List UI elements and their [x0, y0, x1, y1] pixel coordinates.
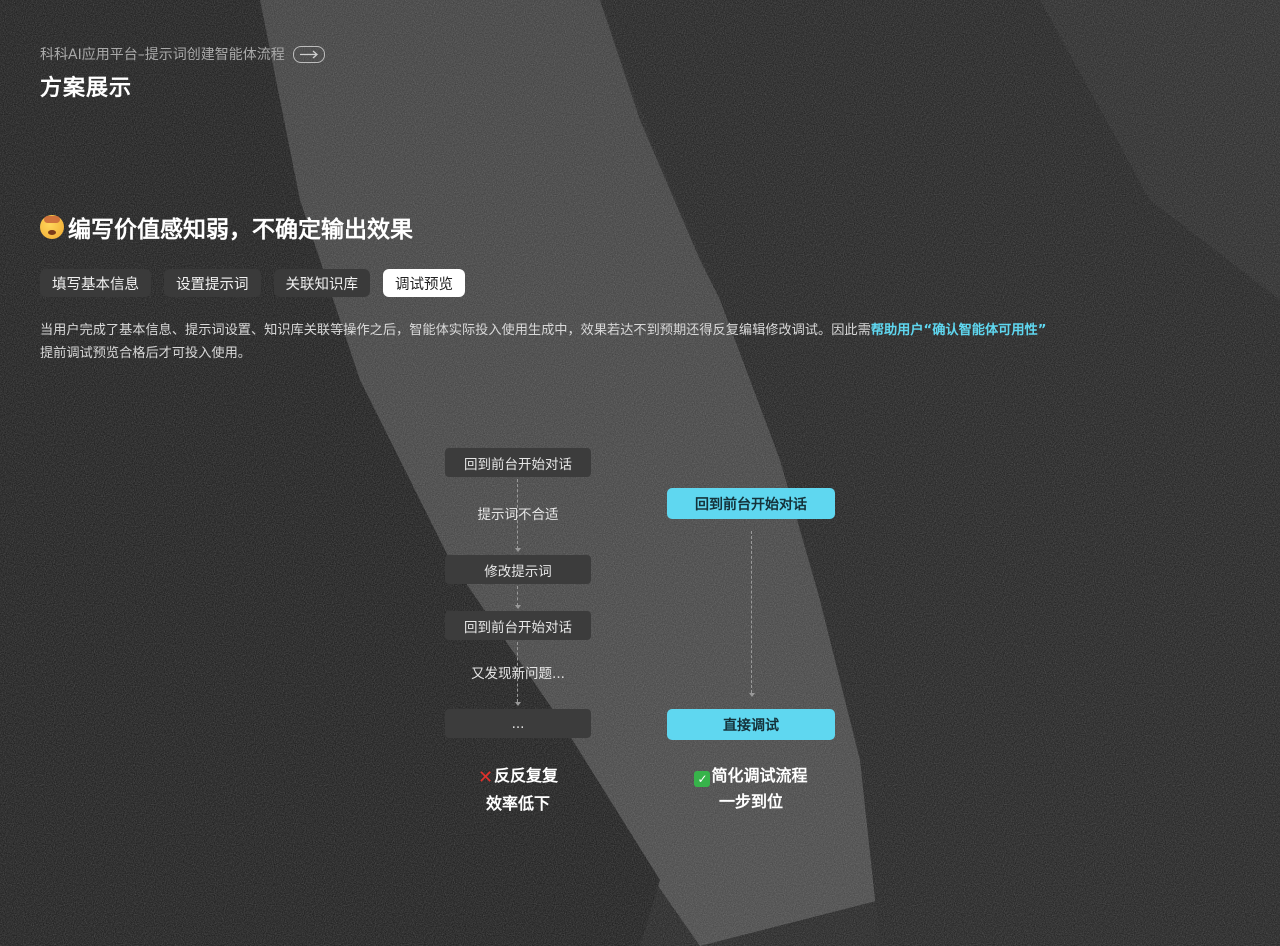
description-paragraph: 当用户完成了基本信息、提示词设置、知识库关联等操作之后，智能体实际投入使用生成中… [40, 319, 1240, 365]
tab-basic-info[interactable]: 填写基本信息 [40, 269, 151, 297]
arrow-down-icon [515, 605, 521, 609]
flow-node-highlight: 直接调试 [667, 709, 835, 740]
verdict-before: ✕反反复复 效率低下 [445, 763, 591, 817]
arrow-down-icon [749, 693, 755, 697]
tab-prompt-settings[interactable]: 设置提示词 [164, 269, 261, 297]
flow-connector [517, 586, 518, 606]
flow-connector [751, 531, 752, 693]
step-tabs: 填写基本信息 设置提示词 关联知识库 调试预览 [40, 269, 465, 297]
flow-node: ... [445, 709, 591, 738]
flow-node: 修改提示词 [445, 555, 591, 584]
section-heading-text: 编写价值感知弱，不确定输出效果 [68, 217, 413, 243]
breadcrumb: 科科AI应用平台–提示词创建智能体流程 [40, 44, 325, 64]
flow-node: 回到前台开始对话 [445, 448, 591, 477]
arrow-down-icon [515, 548, 521, 552]
page-title: 方案展示 [40, 76, 133, 101]
section-heading: 编写价值感知弱，不确定输出效果 [40, 210, 413, 244]
description-text-end: 提前调试预览合格后才可投入使用。 [40, 346, 251, 361]
verdict-before-line2: 效率低下 [485, 794, 550, 813]
tab-debug-preview[interactable]: 调试预览 [383, 269, 465, 297]
description-highlight: 帮助用户“确认智能体可用性” [870, 323, 1047, 338]
verdict-before-line1: 反反复复 [494, 766, 559, 785]
arrow-down-icon [515, 702, 521, 706]
tab-knowledge-base[interactable]: 关联知识库 [273, 269, 370, 297]
flow-node: 回到前台开始对话 [445, 611, 591, 640]
flow-node-highlight: 回到前台开始对话 [667, 488, 835, 519]
verdict-after: ✓ 简化调试流程 一步到位 [667, 763, 835, 815]
verdict-after-line1: 简化调试流程 [711, 766, 808, 785]
check-mark-icon: ✓ [694, 771, 711, 787]
description-text: 当用户完成了基本信息、提示词设置、知识库关联等操作之后，智能体实际投入使用生成中… [40, 323, 871, 338]
cross-mark-icon: ✕ [477, 767, 494, 788]
exploding-head-emoji-icon [40, 215, 64, 239]
flow-label: 提示词不合适 [477, 507, 559, 523]
arrow-right-icon[interactable] [292, 45, 325, 63]
flow-label: 又发现新问题... [471, 666, 565, 682]
breadcrumb-text: 科科AI应用平台–提示词创建智能体流程 [40, 47, 285, 63]
verdict-after-line2: 一步到位 [718, 792, 783, 811]
